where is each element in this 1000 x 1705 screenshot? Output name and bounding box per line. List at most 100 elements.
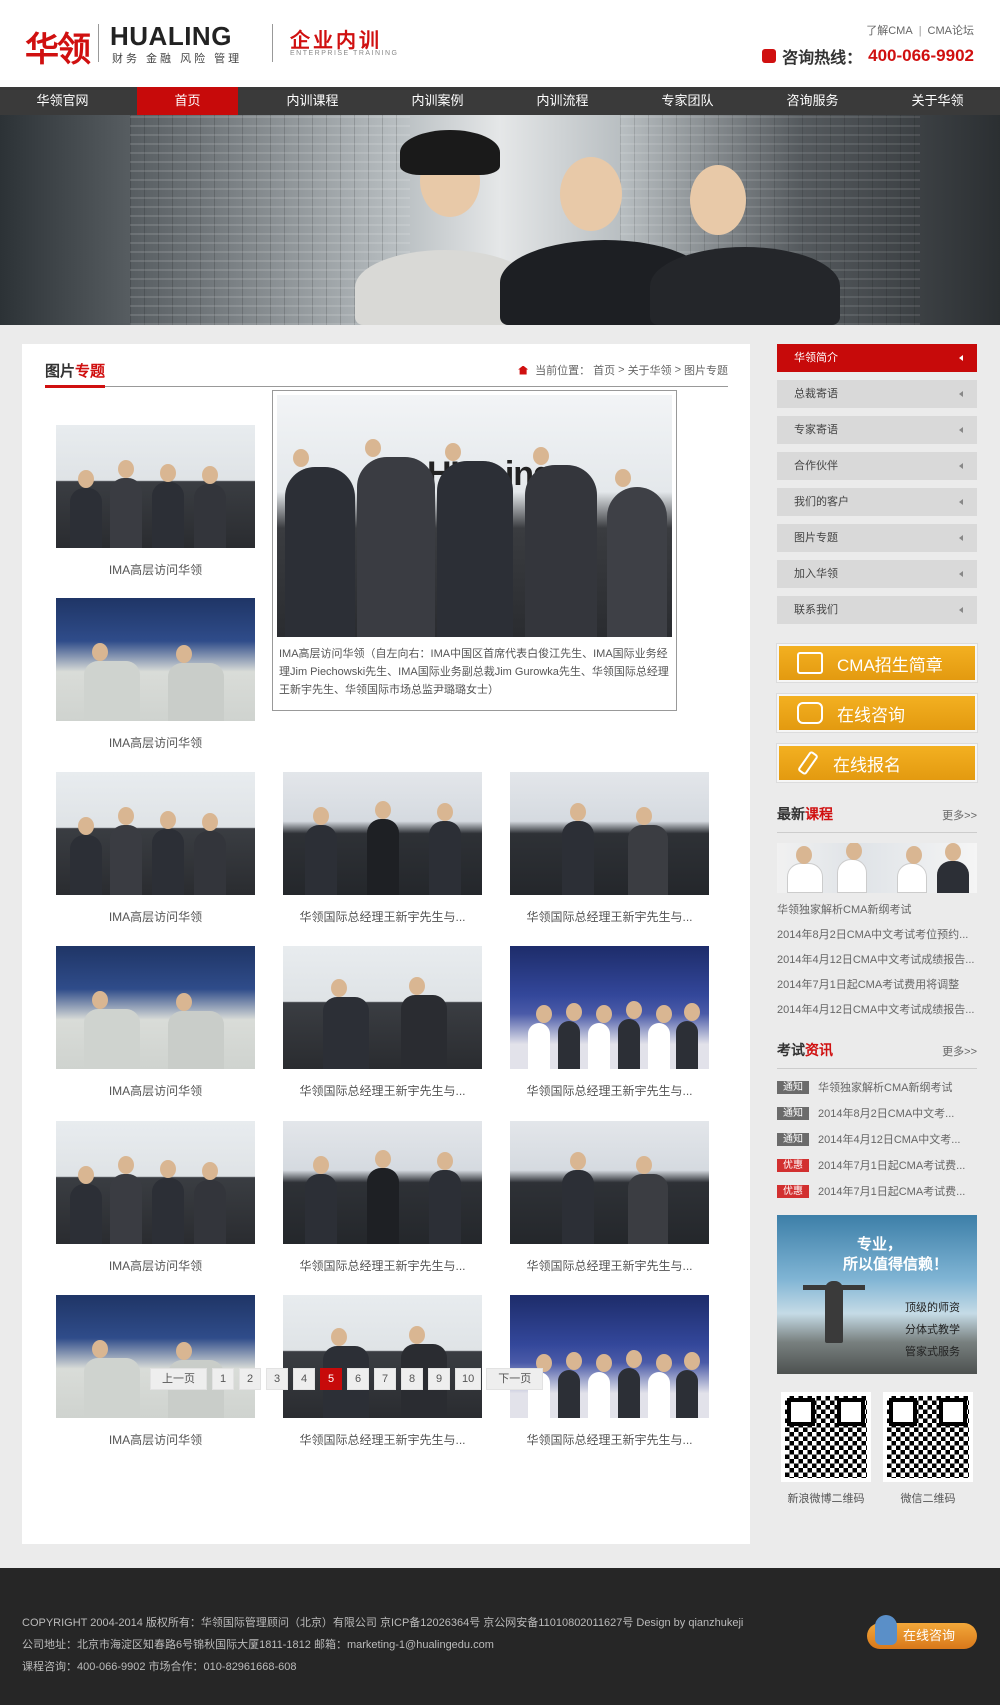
- nav-courses[interactable]: 内训课程: [250, 87, 375, 115]
- logo-en[interactable]: HUALING: [110, 21, 232, 52]
- crumb-current[interactable]: 图片专题: [684, 362, 728, 378]
- online-register-button[interactable]: 在线报名: [776, 743, 978, 783]
- photo-item[interactable]: IMA高层访问华领: [56, 425, 255, 578]
- nav-hualing-home[interactable]: 华领官网: [0, 87, 125, 115]
- sidebar-item-clients[interactable]: 我们的客户: [777, 488, 977, 516]
- link-learn-cma[interactable]: 了解CMA: [866, 25, 912, 37]
- photo-caption[interactable]: 华领国际总经理王新宇先生与...: [283, 1431, 482, 1448]
- news-item[interactable]: 通知 2014年8月2日CMA中文考...: [777, 1105, 977, 1121]
- nav-consulting[interactable]: 咨询服务: [750, 87, 875, 115]
- crumb-about[interactable]: 关于华领: [628, 362, 672, 378]
- course-link[interactable]: 2014年8月2日CMA中文考试考位预约...: [777, 928, 977, 943]
- photo-popup[interactable]: HUA ing IMA高层访问华领（自左向右：IMA中国区首席代表白俊江先生、I…: [272, 390, 677, 711]
- photo-item[interactable]: 华领国际总经理王新宇先生与...: [510, 946, 709, 1099]
- figure: [84, 991, 140, 1069]
- page-4[interactable]: 4: [293, 1368, 315, 1390]
- sidebar-item-intro[interactable]: 华领简介: [777, 344, 977, 372]
- photo-caption[interactable]: 华领国际总经理王新宇先生与...: [510, 1082, 709, 1099]
- photo-caption[interactable]: 华领国际总经理王新宇先生与...: [510, 1431, 709, 1448]
- sidebar-item-photos[interactable]: 图片专题: [777, 524, 977, 552]
- page-1[interactable]: 1: [212, 1368, 234, 1390]
- nav-home[interactable]: 首页: [137, 87, 238, 115]
- course-image[interactable]: [777, 843, 977, 893]
- photo-caption[interactable]: 华领国际总经理王新宇先生与...: [283, 1257, 482, 1274]
- news-item[interactable]: 通知 2014年4月12日CMA中文考...: [777, 1131, 977, 1147]
- news-text[interactable]: 2014年7月1日起CMA考试费...: [818, 1183, 965, 1199]
- photo-item[interactable]: 华领国际总经理王新宇先生与...: [283, 946, 482, 1099]
- prev-page-button[interactable]: 上一页: [150, 1368, 207, 1390]
- sidebar-item-partners[interactable]: 合作伙伴: [777, 452, 977, 480]
- page-6[interactable]: 6: [347, 1368, 369, 1390]
- photo-thumb[interactable]: [56, 1121, 255, 1244]
- photo-thumb[interactable]: [510, 1295, 709, 1418]
- photo-thumb[interactable]: [56, 1295, 255, 1418]
- course-link[interactable]: 2014年7月1日起CMA考试费用将调整: [777, 978, 977, 993]
- logo-cn[interactable]: 华领: [25, 22, 91, 71]
- page-10[interactable]: 10: [455, 1368, 482, 1390]
- photo-caption[interactable]: 华领国际总经理王新宇先生与...: [510, 908, 709, 925]
- photo-thumb[interactable]: [283, 1295, 482, 1418]
- photo-item[interactable]: 华领国际总经理王新宇先生与...: [283, 772, 482, 925]
- photo-caption[interactable]: IMA高层访问华领: [56, 734, 255, 751]
- photo-caption[interactable]: 华领国际总经理王新宇先生与...: [510, 1257, 709, 1274]
- promo-ad[interactable]: 专业， 所以值得信赖！ 顶级的师资 分体式教学 管家式服务: [777, 1215, 977, 1374]
- footer-chat-button[interactable]: 在线咨询: [867, 1615, 977, 1649]
- photo-caption[interactable]: IMA高层访问华领: [56, 1082, 255, 1099]
- photo-thumb[interactable]: [283, 1121, 482, 1244]
- news-text[interactable]: 华领独家解析CMA新纲考试: [818, 1079, 952, 1095]
- news-more-link[interactable]: 更多>>: [942, 1043, 977, 1059]
- news-text[interactable]: 2014年8月2日CMA中文考...: [818, 1105, 954, 1121]
- courses-more-link[interactable]: 更多>>: [942, 807, 977, 823]
- nav-process[interactable]: 内训流程: [500, 87, 625, 115]
- footer-copyright: COPYRIGHT 2004-2014 版权所有：华领国际管理顾问（北京）有限公…: [22, 1617, 744, 1629]
- photo-thumb[interactable]: [56, 946, 255, 1069]
- online-consult-button[interactable]: 在线咨询: [776, 693, 978, 733]
- news-item[interactable]: 优惠 2014年7月1日起CMA考试费...: [777, 1183, 977, 1199]
- photo-caption[interactable]: IMA高层访问华领: [56, 1257, 255, 1274]
- course-link[interactable]: 2014年4月12日CMA中文考试成绩报告...: [777, 1003, 977, 1018]
- photo-thumb[interactable]: [510, 946, 709, 1069]
- photo-thumb[interactable]: [283, 946, 482, 1069]
- photo-caption[interactable]: IMA高层访问华领: [56, 1431, 255, 1448]
- page-2[interactable]: 2: [239, 1368, 261, 1390]
- page-7[interactable]: 7: [374, 1368, 396, 1390]
- photo-caption[interactable]: 华领国际总经理王新宇先生与...: [283, 908, 482, 925]
- course-link[interactable]: 华领独家解析CMA新纲考试: [777, 903, 977, 918]
- photo-thumb[interactable]: [56, 425, 255, 548]
- nav-cases[interactable]: 内训案例: [375, 87, 500, 115]
- photo-thumb[interactable]: [283, 772, 482, 895]
- link-cma-forum[interactable]: CMA论坛: [928, 25, 974, 37]
- sidebar-item-join[interactable]: 加入华领: [777, 560, 977, 588]
- news-item[interactable]: 通知 华领独家解析CMA新纲考试: [777, 1079, 977, 1095]
- news-item[interactable]: 优惠 2014年7月1日起CMA考试费...: [777, 1157, 977, 1173]
- page-9[interactable]: 9: [428, 1368, 450, 1390]
- photo-thumb[interactable]: [56, 772, 255, 895]
- photo-item[interactable]: 华领国际总经理王新宇先生与...: [510, 1121, 709, 1274]
- photo-caption[interactable]: 华领国际总经理王新宇先生与...: [283, 1082, 482, 1099]
- nav-experts[interactable]: 专家团队: [625, 87, 750, 115]
- photo-item[interactable]: IMA高层访问华领: [56, 772, 255, 925]
- photo-thumb[interactable]: [510, 772, 709, 895]
- photo-caption[interactable]: IMA高层访问华领: [56, 561, 255, 578]
- cma-brochure-button[interactable]: CMA招生简章: [776, 643, 978, 683]
- news-text[interactable]: 2014年4月12日CMA中文考...: [818, 1131, 960, 1147]
- nav-about[interactable]: 关于华领: [875, 87, 1000, 115]
- photo-item[interactable]: IMA高层访问华领: [56, 598, 255, 751]
- photo-item[interactable]: 华领国际总经理王新宇先生与...: [283, 1121, 482, 1274]
- course-link[interactable]: 2014年4月12日CMA中文考试成绩报告...: [777, 953, 977, 968]
- sidebar-item-contact[interactable]: 联系我们: [777, 596, 977, 624]
- sidebar-item-expert-message[interactable]: 专家寄语: [777, 416, 977, 444]
- photo-caption[interactable]: IMA高层访问华领: [56, 908, 255, 925]
- next-page-button[interactable]: 下一页: [486, 1368, 544, 1390]
- sidebar-item-ceo-message[interactable]: 总裁寄语: [777, 380, 977, 408]
- page-5-current[interactable]: 5: [320, 1368, 342, 1390]
- photo-thumb[interactable]: [510, 1121, 709, 1244]
- photo-item[interactable]: IMA高层访问华领: [56, 946, 255, 1099]
- photo-item[interactable]: 华领国际总经理王新宇先生与...: [510, 772, 709, 925]
- crumb-home[interactable]: 首页: [593, 362, 615, 378]
- photo-thumb[interactable]: [56, 598, 255, 721]
- news-text[interactable]: 2014年7月1日起CMA考试费...: [818, 1157, 965, 1173]
- photo-item[interactable]: IMA高层访问华领: [56, 1121, 255, 1274]
- page-3[interactable]: 3: [266, 1368, 288, 1390]
- page-8[interactable]: 8: [401, 1368, 423, 1390]
